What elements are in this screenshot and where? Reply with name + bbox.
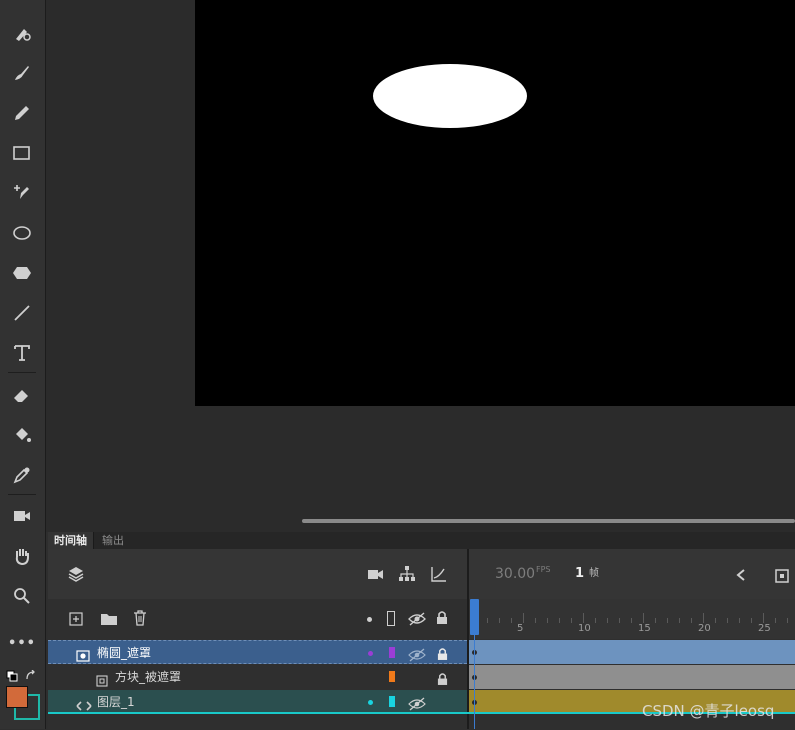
ruler-tick (631, 618, 632, 623)
oval-icon[interactable] (7, 218, 37, 248)
ruler-tick (763, 613, 764, 623)
layer-row-mask[interactable]: 椭圆_遮罩 (48, 640, 467, 664)
insert-keyframe-icon[interactable] (775, 568, 789, 587)
horizontal-scrollbar[interactable] (302, 519, 795, 523)
highlight-dot-icon[interactable] (367, 617, 372, 622)
text-icon[interactable] (7, 338, 37, 368)
layer-row-normal[interactable]: 图层_1 (48, 690, 467, 714)
frame-track-mask[interactable] (469, 640, 795, 664)
layers-icon[interactable] (67, 565, 85, 587)
parenting-icon[interactable] (398, 565, 416, 587)
folder-icon[interactable] (100, 611, 118, 630)
pencil-icon[interactable] (7, 98, 37, 128)
ruler-number: 5 (517, 623, 524, 634)
ruler-tick (679, 618, 680, 623)
ruler-tick (535, 618, 536, 623)
layer-outline-swatch[interactable] (389, 647, 395, 658)
layer-color-dot (368, 651, 373, 656)
white-ellipse (373, 64, 527, 128)
ruler-tick (487, 618, 488, 623)
ruler-tick (691, 618, 692, 623)
playhead[interactable] (470, 599, 479, 635)
brush-icon[interactable] (7, 58, 37, 88)
ruler-number: 10 (578, 623, 591, 634)
swap-colors-icon[interactable] (25, 667, 37, 680)
current-frame[interactable]: 1 (575, 566, 584, 581)
layer-outline-swatch[interactable] (389, 696, 395, 707)
layer-tools (48, 599, 467, 639)
hide-all-icon[interactable] (408, 611, 426, 630)
toolbar-divider (8, 372, 36, 373)
ruler-tick (619, 618, 620, 623)
paint-brush-icon[interactable] (7, 18, 37, 48)
ruler-tick (715, 618, 716, 623)
layer-row-masked[interactable]: 方块_被遮罩 (48, 665, 467, 689)
ruler-tick (607, 618, 608, 623)
layer-type-icon (76, 696, 92, 720)
frame-label: 帧 (589, 568, 599, 579)
ruler-tick (643, 613, 644, 623)
toolbar-divider (8, 494, 36, 495)
layer-color-dot (368, 700, 373, 705)
ruler-tick (523, 613, 524, 623)
pen-add-icon[interactable] (7, 178, 37, 208)
line-icon[interactable] (7, 298, 37, 328)
ruler-tick (703, 613, 704, 623)
playhead-line (474, 635, 475, 729)
eyedropper-icon[interactable] (7, 460, 37, 490)
ruler-tick (571, 618, 572, 623)
frame-ruler[interactable]: 5 10 15 20 25 (469, 599, 795, 639)
eraser-icon[interactable] (7, 380, 37, 410)
lock-all-icon[interactable] (436, 610, 448, 629)
more-tools-icon[interactable]: ••• (7, 628, 37, 658)
stage-canvas[interactable] (195, 0, 795, 406)
ruler-tick (667, 618, 668, 623)
trash-icon[interactable] (133, 610, 147, 630)
hidden-eye-icon[interactable] (408, 695, 426, 719)
tools-panel: ••• (0, 0, 46, 729)
hand-icon[interactable] (7, 541, 37, 571)
ruler-tick (583, 613, 584, 623)
timeline-header (48, 549, 467, 600)
fill-color-swatch[interactable] (6, 686, 28, 708)
ruler-tick (775, 618, 776, 623)
camera-icon[interactable] (7, 501, 37, 531)
panel-tabs: 时间轴 输出 (48, 532, 795, 549)
ruler-tick (595, 618, 596, 623)
ruler-tick (559, 618, 560, 623)
ruler-tick (655, 618, 656, 623)
polystar-icon[interactable] (7, 258, 37, 288)
ruler-tick (751, 618, 752, 623)
stage-shapes (373, 64, 527, 128)
ruler-tick (499, 618, 500, 623)
watermark: CSDN @青子leosq (642, 702, 775, 720)
zoom-icon[interactable] (7, 581, 37, 611)
ruler-tick (511, 618, 512, 623)
graph-icon[interactable] (430, 565, 448, 587)
ruler-tick (547, 618, 548, 623)
fps-unit: FPS (536, 565, 551, 574)
fps-value[interactable]: 30.00 (495, 566, 535, 582)
ruler-tick (739, 618, 740, 623)
ruler-number: 20 (698, 623, 711, 634)
tab-output[interactable]: 输出 (96, 532, 130, 549)
paint-bucket-icon[interactable] (7, 420, 37, 450)
default-colors-icon[interactable] (6, 667, 18, 682)
add-layer-icon[interactable] (69, 611, 83, 630)
layer-outline-swatch[interactable] (389, 671, 395, 682)
ruler-number: 15 (638, 623, 651, 634)
ruler-tick (727, 618, 728, 623)
frame-track-masked[interactable] (469, 665, 795, 689)
rectangle-icon[interactable] (7, 138, 37, 168)
prev-keyframe-icon[interactable] (735, 567, 747, 586)
tab-timeline[interactable]: 时间轴 (48, 532, 94, 549)
layer-name[interactable]: 图层_1 (97, 690, 135, 714)
layer-name[interactable]: 方块_被遮罩 (115, 665, 181, 689)
camera-icon[interactable] (367, 565, 385, 587)
outline-toggle-icon[interactable] (387, 611, 395, 626)
layer-name[interactable]: 椭圆_遮罩 (97, 641, 151, 665)
ruler-tick (787, 618, 788, 623)
ruler-number: 25 (758, 623, 771, 634)
